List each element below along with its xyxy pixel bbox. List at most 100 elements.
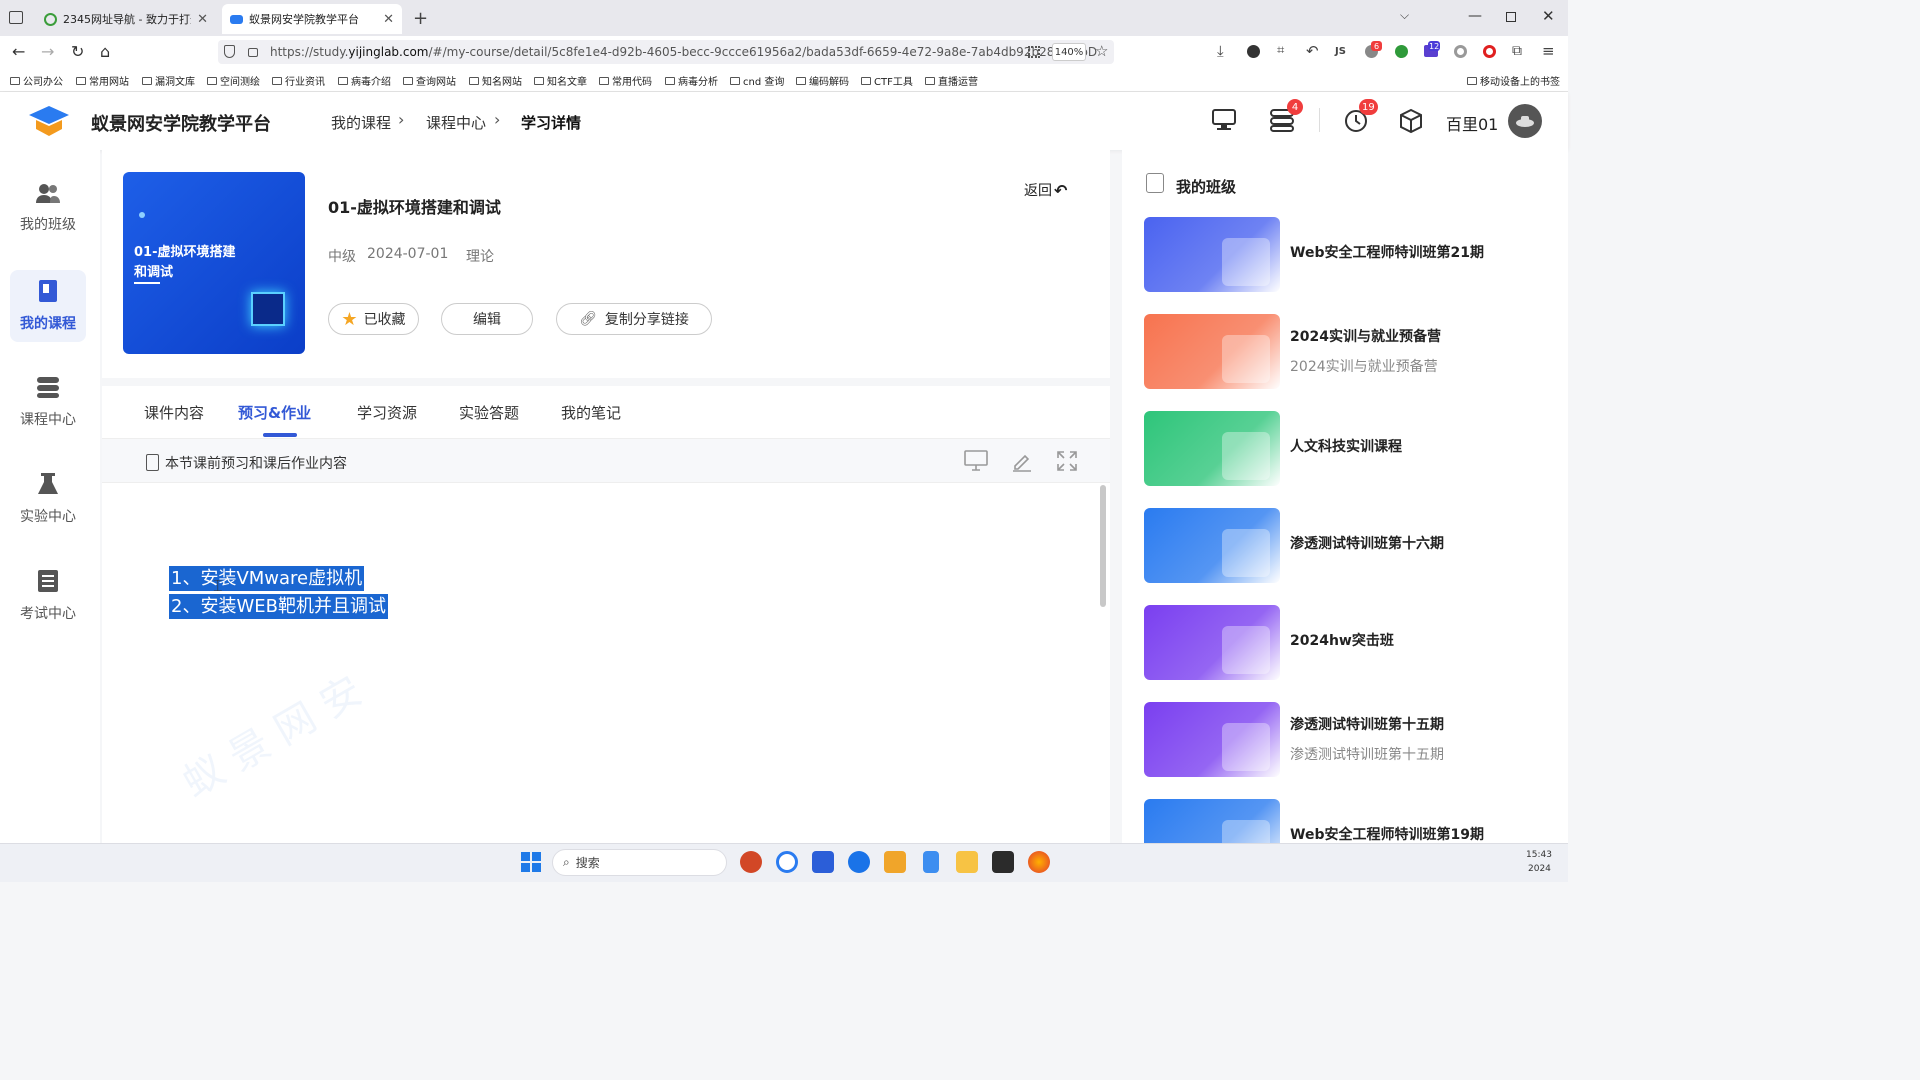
- extension-k-icon[interactable]: [1247, 45, 1260, 58]
- tab-lab-answers[interactable]: 实验答题: [459, 402, 519, 423]
- bookmark-folder[interactable]: 编码解码: [796, 73, 849, 88]
- class-thumbnail: [1144, 605, 1280, 680]
- crop-icon[interactable]: ⌗: [1277, 43, 1284, 58]
- bookmark-folder[interactable]: cnd 查询: [730, 73, 784, 88]
- breadcrumb-course-center[interactable]: 课程中心: [426, 112, 486, 133]
- active-tab-indicator: [263, 433, 297, 437]
- firefox-icon[interactable]: [1028, 851, 1050, 873]
- bookmark-star-icon[interactable]: ☆: [1095, 42, 1108, 60]
- username[interactable]: 百里01: [1446, 111, 1498, 135]
- bookmark-folder[interactable]: 行业资讯: [272, 73, 325, 88]
- sidebar-item-exam-center[interactable]: 考试中心: [10, 560, 86, 632]
- class-card[interactable]: Web安全工程师特训班第21期: [1144, 217, 1524, 292]
- bookmark-folder[interactable]: 常用网站: [76, 73, 129, 88]
- bookmark-folder[interactable]: 知名网站: [469, 73, 522, 88]
- reload-icon[interactable]: ↻: [71, 42, 84, 61]
- sidebar-item-my-class[interactable]: 我的班级: [10, 172, 86, 244]
- class-card[interactable]: 人文科技实训课程: [1144, 411, 1524, 486]
- minimize-button[interactable]: —: [1468, 8, 1482, 24]
- class-card[interactable]: 渗透测试特训班第十六期: [1144, 508, 1524, 583]
- bookmark-folder[interactable]: 病毒介绍: [338, 73, 391, 88]
- remote-desktop-icon[interactable]: [884, 851, 906, 873]
- brand-logo-icon[interactable]: [28, 104, 70, 138]
- address-bar[interactable]: https://study. yijinglab.com/#/my-course/…: [218, 40, 1114, 64]
- sidebar-item-label: 课程中心: [20, 412, 76, 428]
- undo-icon[interactable]: ↶: [1306, 42, 1319, 60]
- windows-start-icon[interactable]: [521, 852, 541, 872]
- cube-icon[interactable]: [1399, 108, 1423, 134]
- chat-app-icon[interactable]: [776, 851, 798, 873]
- extension-red-badge: 6: [1371, 41, 1382, 51]
- bookmark-folder[interactable]: 病毒分析: [665, 73, 718, 88]
- extension-opera-icon[interactable]: [1483, 45, 1496, 58]
- shield-icon[interactable]: [224, 45, 235, 58]
- close-tab-icon[interactable]: ✕: [197, 12, 208, 27]
- tab-preview-homework[interactable]: 预习&作业: [238, 402, 311, 423]
- tab-overflow-chevron-icon[interactable]: ⌵: [1400, 8, 1409, 23]
- bookmark-folder[interactable]: 知名文章: [534, 73, 587, 88]
- tab-resources[interactable]: 学习资源: [357, 402, 417, 423]
- extension-js-label[interactable]: JS: [1335, 46, 1346, 57]
- avatar[interactable]: [1508, 104, 1542, 138]
- qr-code-icon[interactable]: [1028, 46, 1040, 58]
- sidebar-item-lab-center[interactable]: 实验中心: [10, 463, 86, 535]
- browser-tab-active[interactable]: 蚁景网安学院教学平台 ✕: [222, 4, 402, 34]
- bookmark-folder[interactable]: 查询网站: [403, 73, 456, 88]
- bookmark-folder[interactable]: 常用代码: [599, 73, 652, 88]
- browser-tab-2345[interactable]: 2345网址导航 - 致力于打造百 ✕: [36, 4, 216, 34]
- menu-hamburger-icon[interactable]: ≡: [1542, 42, 1555, 60]
- bookmark-label: 知名网站: [482, 77, 522, 88]
- mobile-bookmarks[interactable]: 移动设备上的书签: [1467, 73, 1560, 88]
- class-card[interactable]: 渗透测试特训班第十五期 渗透测试特训班第十五期: [1144, 702, 1524, 777]
- tab-courseware[interactable]: 课件内容: [144, 402, 204, 423]
- class-card[interactable]: 2024实训与就业预备营 2024实训与就业预备营: [1144, 314, 1524, 389]
- bookmark-folder[interactable]: 直播运营: [925, 73, 978, 88]
- text-cursor-icon: ⌶: [213, 576, 223, 595]
- breadcrumb-my-course[interactable]: 我的课程: [331, 112, 391, 133]
- notepad-icon[interactable]: [923, 851, 939, 873]
- file-explorer-icon[interactable]: [956, 851, 978, 873]
- class-card[interactable]: 2024hw突击班: [1144, 605, 1524, 680]
- favorite-button[interactable]: ★ 已收藏: [328, 303, 419, 335]
- tab-list-icon[interactable]: [9, 11, 23, 24]
- home-icon[interactable]: ⌂: [100, 42, 110, 61]
- url-domain: yijinglab.com: [348, 45, 429, 59]
- edit-button[interactable]: 编辑: [441, 303, 533, 335]
- taskbar-time: 15:43: [1526, 850, 1552, 860]
- back-button[interactable]: 返回 ↶: [1024, 180, 1067, 200]
- url-prefix: https://study.: [270, 45, 349, 59]
- extension-grey-icon[interactable]: [1454, 45, 1467, 58]
- class-name: 人文科技实训课程: [1290, 439, 1402, 455]
- restore-button[interactable]: [1506, 12, 1516, 22]
- copy-share-link-button[interactable]: 🔗︎ 复制分享链接: [556, 303, 712, 335]
- new-tab-button[interactable]: +: [413, 8, 428, 29]
- sidebar-item-course-center[interactable]: 课程中心: [10, 366, 86, 438]
- forward-arrow-icon[interactable]: →: [41, 42, 54, 61]
- tab-my-notes[interactable]: 我的笔记: [561, 402, 621, 423]
- zoom-level[interactable]: 140%: [1052, 43, 1086, 61]
- close-tab-icon[interactable]: ✕: [383, 12, 394, 27]
- powerpoint-icon[interactable]: [740, 851, 762, 873]
- lock-icon[interactable]: [248, 48, 258, 57]
- download-icon[interactable]: ⤓: [1217, 42, 1224, 60]
- bookmark-folder[interactable]: CTF工具: [861, 73, 913, 88]
- back-arrow-icon[interactable]: ←: [12, 42, 25, 61]
- brand-title[interactable]: 蚁景网安学院教学平台: [91, 110, 271, 136]
- content-scrollbar[interactable]: [1100, 485, 1106, 607]
- taskbar-search-box[interactable]: ⌕ 搜索: [552, 849, 727, 876]
- bookmark-label: 病毒介绍: [351, 77, 391, 88]
- fullscreen-icon[interactable]: [1056, 450, 1078, 472]
- close-window-button[interactable]: ✕: [1542, 7, 1555, 25]
- extension-green-icon[interactable]: [1395, 45, 1408, 58]
- monitor-icon[interactable]: [1211, 108, 1237, 132]
- k-app-icon[interactable]: [848, 851, 870, 873]
- sidebar-item-my-course[interactable]: 我的课程: [10, 270, 86, 342]
- flask-icon: [38, 473, 58, 494]
- extensions-puzzle-icon[interactable]: ⧉: [1512, 43, 1522, 59]
- app-blue-icon[interactable]: [812, 851, 834, 873]
- terminal-icon[interactable]: [992, 851, 1014, 873]
- bookmark-folder[interactable]: 空间测绘: [207, 73, 260, 88]
- bookmark-label: 病毒分析: [678, 77, 718, 88]
- bookmark-folder[interactable]: 漏洞文库: [142, 73, 195, 88]
- bookmark-folder[interactable]: 公司办公: [10, 73, 63, 88]
